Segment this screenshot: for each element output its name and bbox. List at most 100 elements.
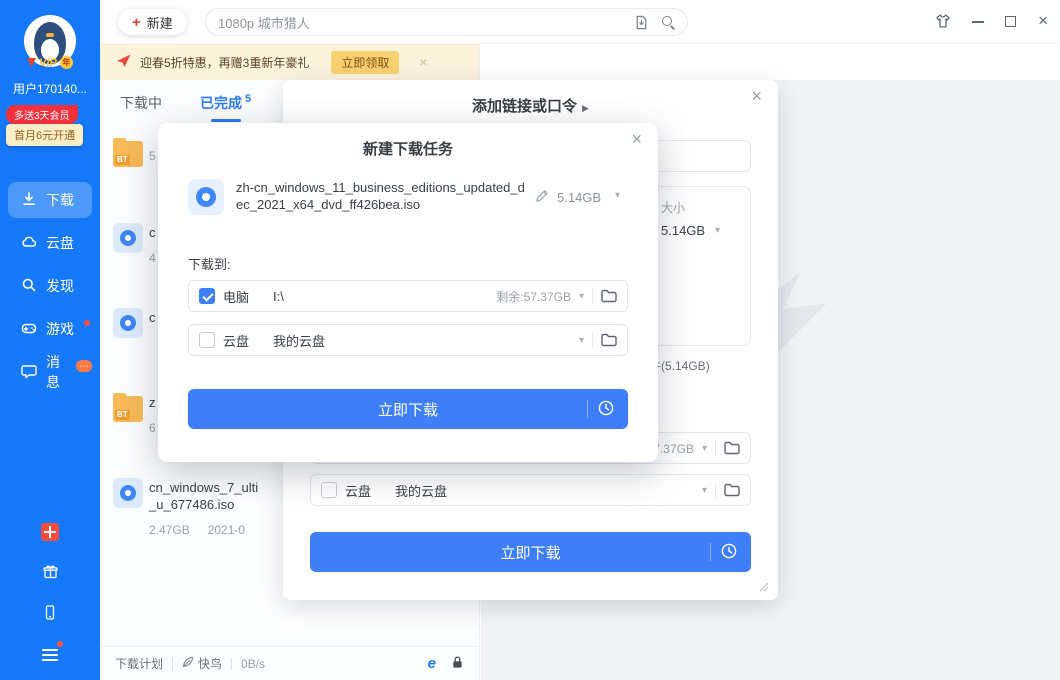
lock-icon[interactable] (451, 655, 464, 672)
save-to-cloud-row[interactable]: 云盘 我的云盘 ▾ (310, 474, 751, 506)
divider (592, 288, 593, 304)
vip-badge[interactable]: VIP 年 (0, 56, 100, 69)
file-size-value: 5.14GB (661, 223, 705, 238)
device-label: 电脑 (223, 287, 249, 306)
iso-file-icon (188, 179, 224, 215)
promo-text: 迎春5折特惠，再赠3重新年豪礼 (140, 54, 309, 71)
bt-tag: BT (115, 410, 130, 420)
apps-grid-button[interactable] (39, 521, 61, 543)
titlebar: + 新建 1080p 城市猎人 × (100, 0, 1060, 44)
device-label: 云盘 (345, 481, 371, 500)
open-torrent-icon[interactable] (634, 15, 648, 30)
bt-folder-icon: BT (113, 396, 143, 422)
menu-notification-dot (57, 641, 63, 647)
chevron-down-icon[interactable]: ▾ (615, 190, 620, 201)
schedule-clock-icon[interactable] (720, 542, 738, 563)
sidebar-item-label: 云盘 (46, 233, 74, 253)
sidebar-item-label: 发现 (46, 276, 74, 296)
divider (172, 658, 173, 670)
cloud-checkbox[interactable] (321, 482, 337, 498)
bt-folder-icon: BT (113, 141, 143, 167)
mobile-button[interactable] (39, 603, 61, 625)
chevron-down-icon[interactable]: ▾ (579, 335, 584, 346)
bt-tag: BT (115, 155, 130, 165)
add-link-dialog-title: 添加链接或口令▶ (283, 95, 778, 116)
arrow-right-icon[interactable]: ▶ (582, 103, 589, 113)
tab-completed-label: 已完成 (200, 93, 242, 113)
sidebar-item-label: 下载 (46, 190, 74, 210)
task-file-row: zh-cn_windows_11_business_editions_updat… (188, 179, 532, 215)
sidebar-nav: 下载 云盘 发现 游戏 消息 ⋯ (8, 182, 92, 390)
download-now-button[interactable]: 立即下载 (188, 389, 628, 429)
new-task-close-icon[interactable]: × (631, 129, 642, 150)
chevron-down-icon[interactable]: ▾ (702, 485, 707, 496)
sidebar-item-download[interactable]: 下载 (8, 182, 92, 218)
minimize-button[interactable] (972, 21, 984, 23)
divider (715, 440, 716, 456)
messages-badge: ⋯ (76, 360, 92, 372)
theme-skin-icon[interactable] (934, 13, 952, 29)
tab-downloading[interactable]: 下载中 (120, 80, 162, 126)
browser-plugin-icon[interactable]: e (428, 655, 436, 672)
iso-file-icon (113, 478, 143, 508)
save-to-computer-row[interactable]: 电脑 I:\ 剩余:57.37GB ▾ (188, 280, 628, 312)
browse-folder-icon[interactable] (601, 333, 617, 347)
file-meta: 4 (149, 251, 156, 265)
divider (710, 543, 711, 561)
completed-count: 5 (245, 93, 251, 105)
path-value: 我的云盘 (273, 331, 325, 350)
gift-button[interactable] (39, 562, 61, 584)
new-task-dialog: 新建下载任务 × zh-cn_windows_11_business_editi… (158, 123, 658, 462)
file-meta: 6 (149, 421, 156, 435)
menu-button[interactable] (39, 644, 61, 666)
detail-panel-header (481, 44, 1060, 80)
speed-mode[interactable]: 快鸟 (182, 655, 222, 672)
download-icon (21, 191, 37, 210)
sidebar-item-cloud[interactable]: 云盘 (8, 225, 92, 261)
resize-handle[interactable] (757, 580, 769, 592)
chevron-down-icon[interactable]: ▾ (579, 291, 584, 302)
phone-icon (42, 604, 58, 624)
claim-button[interactable]: 立即领取 (331, 51, 399, 74)
browse-folder-icon[interactable] (601, 289, 617, 303)
sidebar: VIP 年 用户170140... 多送3天会员 首月6元开通 下载 云盘 发现… (0, 0, 100, 680)
tab-completed[interactable]: 已完成 5 (200, 80, 251, 126)
promo-badge-gold[interactable]: 首月6元开通 (6, 124, 83, 146)
download-now-label: 立即下载 (310, 542, 751, 563)
divider (592, 332, 593, 348)
file-date: 2021-0 (208, 523, 245, 537)
feather-icon (182, 656, 194, 671)
iso-file-icon (113, 223, 143, 253)
chevron-down-icon[interactable]: ▾ (702, 443, 707, 454)
maximize-button[interactable] (1005, 16, 1016, 27)
banner-close-icon[interactable]: × (419, 54, 427, 70)
cloud-checkbox[interactable] (199, 332, 215, 348)
new-task-button[interactable]: + 新建 (118, 9, 187, 35)
sidebar-item-games[interactable]: 游戏 (8, 311, 92, 347)
schedule-clock-icon[interactable] (597, 399, 615, 420)
add-link-close-icon[interactable]: × (751, 86, 762, 107)
iso-file-icon (113, 308, 143, 338)
gift-icon (42, 564, 59, 583)
browse-folder-icon[interactable] (724, 483, 740, 497)
file-meta: 5 (149, 149, 156, 163)
save-to-cloud-row[interactable]: 云盘 我的云盘 ▾ (188, 324, 628, 356)
close-window-button[interactable]: × (1038, 11, 1048, 31)
rename-pencil-icon[interactable] (535, 189, 549, 203)
speed-value: 0B/s (241, 657, 265, 671)
sidebar-item-messages[interactable]: 消息 ⋯ (8, 354, 92, 390)
download-plan-link[interactable]: 下载计划 (115, 655, 163, 672)
promo-badge-red[interactable]: 多送3天会员 (6, 105, 78, 124)
promo-banner: 迎春5折特惠，再赠3重新年豪礼 立即领取 × (100, 44, 479, 80)
browse-folder-icon[interactable] (724, 441, 740, 455)
download-now-button[interactable]: 立即下载 (310, 532, 751, 572)
computer-checkbox[interactable] (199, 288, 215, 304)
games-notification-dot (84, 320, 90, 326)
download-now-label: 立即下载 (188, 399, 628, 420)
search-input[interactable]: 1080p 城市猎人 (205, 8, 688, 36)
chevron-down-icon[interactable]: ▾ (715, 225, 720, 236)
sidebar-item-label: 消息 (46, 352, 67, 392)
free-space: 剩余:57.37GB (496, 288, 571, 305)
sidebar-item-discover[interactable]: 发现 (8, 268, 92, 304)
search-icon[interactable] (662, 16, 675, 29)
